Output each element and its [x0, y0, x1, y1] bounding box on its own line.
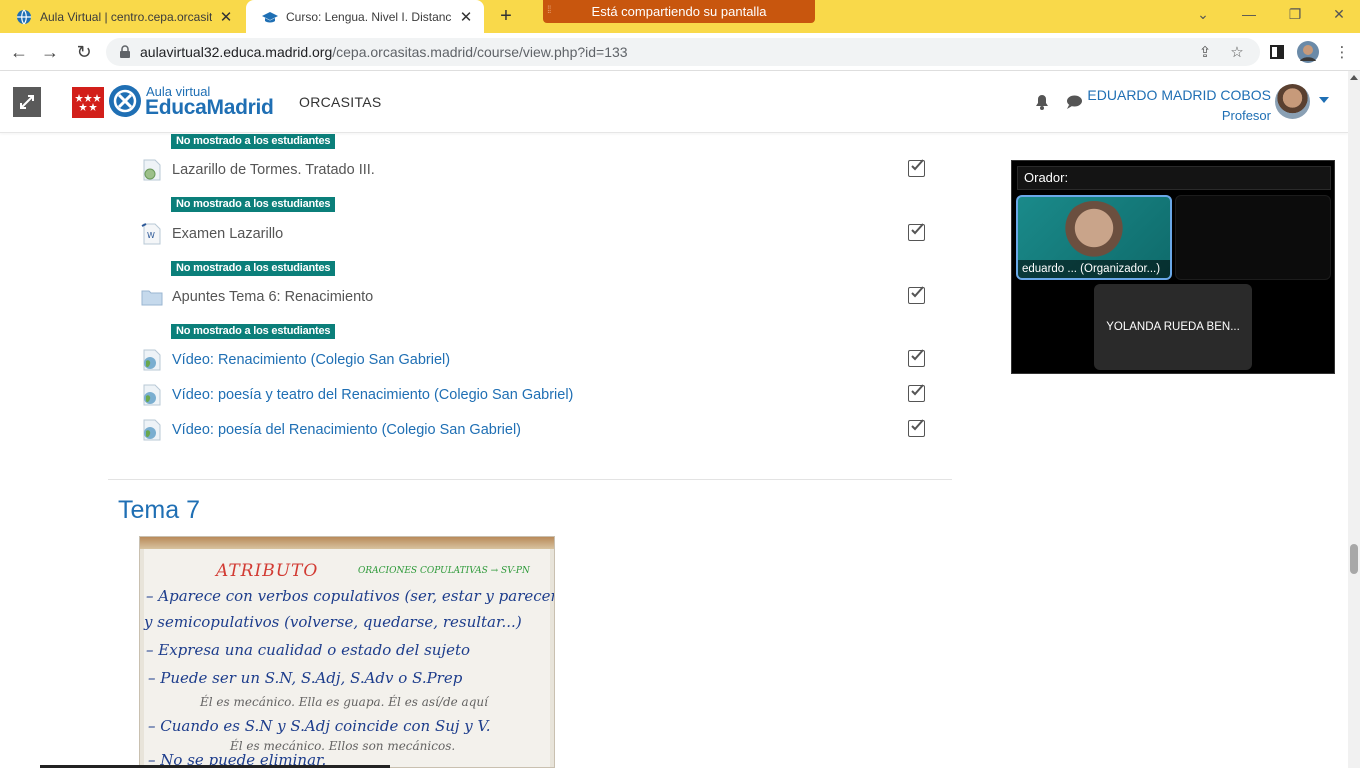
url-resource-icon: [143, 159, 161, 181]
globe-icon: [17, 9, 31, 24]
activity-name[interactable]: Vídeo: poesía y teatro del Renacimiento …: [172, 387, 573, 403]
activity-name[interactable]: Apuntes Tema 6: Renacimiento: [172, 289, 373, 305]
completion-checkbox[interactable]: [908, 384, 925, 402]
browser-tab-aula-virtual[interactable]: Aula Virtual | centro.cepa.orcasitas ✕: [0, 0, 244, 33]
screen-sharing-banner[interactable]: ⁞⁞ Está compartiendo su pantalla: [543, 0, 815, 23]
browser-tab-strip: Aula Virtual | centro.cepa.orcasitas ✕ C…: [0, 0, 1360, 33]
completion-checkbox[interactable]: [908, 286, 925, 304]
profile-avatar-icon[interactable]: [1297, 41, 1319, 63]
url-resource-icon: [143, 384, 161, 406]
participant-tile[interactable]: YOLANDA RUEDA BEN...: [1094, 284, 1252, 370]
browser-menu-icon[interactable]: ⋮: [1331, 41, 1353, 63]
logo-title[interactable]: EducaMadrid: [145, 96, 274, 120]
graduation-cap-icon: [262, 11, 278, 22]
site-name[interactable]: ORCASITAS: [299, 94, 382, 110]
activity-name[interactable]: Examen Lazarillo: [172, 226, 283, 242]
organizer-video-tile[interactable]: eduardo ... (Organizador...): [1016, 195, 1172, 280]
user-avatar[interactable]: [1275, 84, 1310, 119]
educamadrid-logo-icon[interactable]: [109, 85, 141, 117]
chat-bubble-icon[interactable]: [1066, 94, 1082, 110]
user-role: Profesor: [1221, 108, 1271, 123]
svg-text:W: W: [147, 231, 155, 240]
tab-search-icon[interactable]: ⌄: [1180, 0, 1226, 28]
screen-sharing-text: Está compartiendo su pantalla: [591, 4, 767, 19]
activity-apuntes-tema-6[interactable]: Apuntes Tema 6: Renacimiento: [141, 285, 373, 309]
url-host: aulavirtual32.educa.madrid.org: [140, 44, 333, 60]
restore-icon[interactable]: ❐: [1272, 0, 1318, 28]
user-name[interactable]: EDUARDO MADRID COBOS: [1087, 87, 1271, 103]
section-title[interactable]: Tema 7: [118, 496, 200, 525]
speaker-label: Orador:: [1017, 166, 1331, 190]
share-icon[interactable]: ⇪: [1194, 41, 1216, 63]
url-resource-icon: [143, 419, 161, 441]
url-resource-icon: [143, 349, 161, 371]
url-text: aulavirtual32.educa.madrid.org/cepa.orca…: [140, 44, 628, 60]
organizer-name: eduardo ... (Organizador...): [1018, 260, 1170, 278]
forward-arrow-icon[interactable]: →: [38, 40, 62, 64]
hidden-from-students-badge: No mostrado a los estudiantes: [171, 261, 336, 276]
close-window-icon[interactable]: ✕: [1316, 0, 1360, 28]
whiteboard-line: – Expresa una cualidad o estado del suje…: [146, 641, 471, 659]
whiteboard-line: y semicopulativos (volverse, quedarse, r…: [144, 613, 522, 631]
completion-checkbox[interactable]: [908, 159, 925, 177]
whiteboard-example: Él es mecánico. Ella es guapa. Él es así…: [200, 695, 488, 709]
expand-icon[interactable]: [13, 87, 41, 117]
tab-close-icon[interactable]: ✕: [218, 9, 234, 26]
side-panel-icon[interactable]: [1266, 41, 1288, 63]
completion-checkbox[interactable]: [908, 349, 925, 367]
completion-checkbox[interactable]: [908, 223, 925, 241]
scroll-up-icon[interactable]: [1350, 75, 1358, 80]
activity-video-poesia-teatro[interactable]: Vídeo: poesía y teatro del Renacimiento …: [141, 383, 573, 407]
activity-lazarillo-tratado-iii[interactable]: Lazarillo de Tormes. Tratado III.: [141, 158, 375, 182]
user-menu-caret-icon[interactable]: [1319, 97, 1329, 103]
activity-name[interactable]: Lazarillo de Tormes. Tratado III.: [172, 162, 375, 178]
activity-name[interactable]: Vídeo: poesía del Renacimiento (Colegio …: [172, 422, 521, 438]
browser-toolbar: ← → ↻ aulavirtual32.educa.madrid.org/cep…: [0, 33, 1360, 71]
whiteboard-frame: [140, 537, 554, 549]
hidden-from-students-badge: No mostrado a los estudiantes: [171, 197, 336, 212]
comunidad-madrid-flag-logo[interactable]: [72, 87, 104, 118]
whiteboard-image[interactable]: ATRIBUTO ORACIONES COPULATIVAS → SV-PN –…: [139, 536, 555, 768]
whiteboard-subtitle: ORACIONES COPULATIVAS → SV-PN: [358, 566, 530, 576]
tab-title: Aula Virtual | centro.cepa.orcasitas: [40, 9, 212, 24]
word-document-icon: W: [141, 223, 161, 245]
bell-icon[interactable]: [1034, 94, 1050, 110]
page-scrollbar[interactable]: [1348, 71, 1360, 768]
minimize-icon[interactable]: —: [1226, 0, 1272, 28]
folder-icon: [141, 290, 163, 306]
activity-name[interactable]: Vídeo: Renacimiento (Colegio San Gabriel…: [172, 352, 450, 368]
whiteboard-line: – Puede ser un S.N, S.Adj, S.Adv o S.Pre…: [148, 669, 463, 687]
back-arrow-icon[interactable]: ←: [7, 40, 31, 64]
activity-video-poesia[interactable]: Vídeo: poesía del Renacimiento (Colegio …: [141, 418, 521, 442]
activity-examen-lazarillo[interactable]: W Examen Lazarillo: [141, 222, 283, 246]
activity-video-renacimiento[interactable]: Vídeo: Renacimiento (Colegio San Gabriel…: [141, 348, 450, 372]
whiteboard-title: ATRIBUTO: [216, 561, 319, 581]
scrollbar-thumb[interactable]: [1350, 544, 1358, 574]
address-bar[interactable]: aulavirtual32.educa.madrid.org/cepa.orca…: [106, 38, 1260, 66]
lock-icon: [120, 45, 130, 58]
hidden-from-students-badge: No mostrado a los estudiantes: [171, 134, 336, 149]
tab-title: Curso: Lengua. Nivel I. Distancia: [286, 9, 452, 24]
drag-grip-icon[interactable]: ⁞⁞: [547, 5, 551, 16]
participant-video: [1060, 201, 1128, 261]
browser-tab-curso-lengua[interactable]: Curso: Lengua. Nivel I. Distancia ✕: [246, 0, 484, 33]
url-path: /cepa.orcasitas.madrid/course/view.php?i…: [332, 44, 628, 60]
whiteboard-surface: ATRIBUTO ORACIONES COPULATIVAS → SV-PN –…: [144, 549, 554, 767]
whiteboard-line: – Aparece con verbos copulativos (ser, e…: [146, 587, 555, 605]
participant-name: YOLANDA RUEDA BEN...: [1106, 321, 1240, 333]
whiteboard-line: – Cuando es S.N y S.Adj coincide con Suj…: [148, 717, 491, 735]
reload-icon[interactable]: ↻: [72, 40, 96, 64]
tab-close-icon[interactable]: ✕: [458, 9, 474, 26]
completion-checkbox[interactable]: [908, 419, 925, 437]
empty-video-tile: [1175, 195, 1331, 280]
meeting-speaker-panel[interactable]: Orador: eduardo ... (Organizador...) YOL…: [1011, 160, 1335, 374]
hidden-from-students-badge: No mostrado a los estudiantes: [171, 324, 336, 339]
bookmark-star-icon[interactable]: ☆: [1226, 41, 1248, 63]
new-tab-button[interactable]: +: [494, 4, 518, 28]
section-divider: [108, 479, 952, 480]
site-header: Aula virtual EducaMadrid ORCASITAS EDUAR…: [0, 71, 1348, 133]
